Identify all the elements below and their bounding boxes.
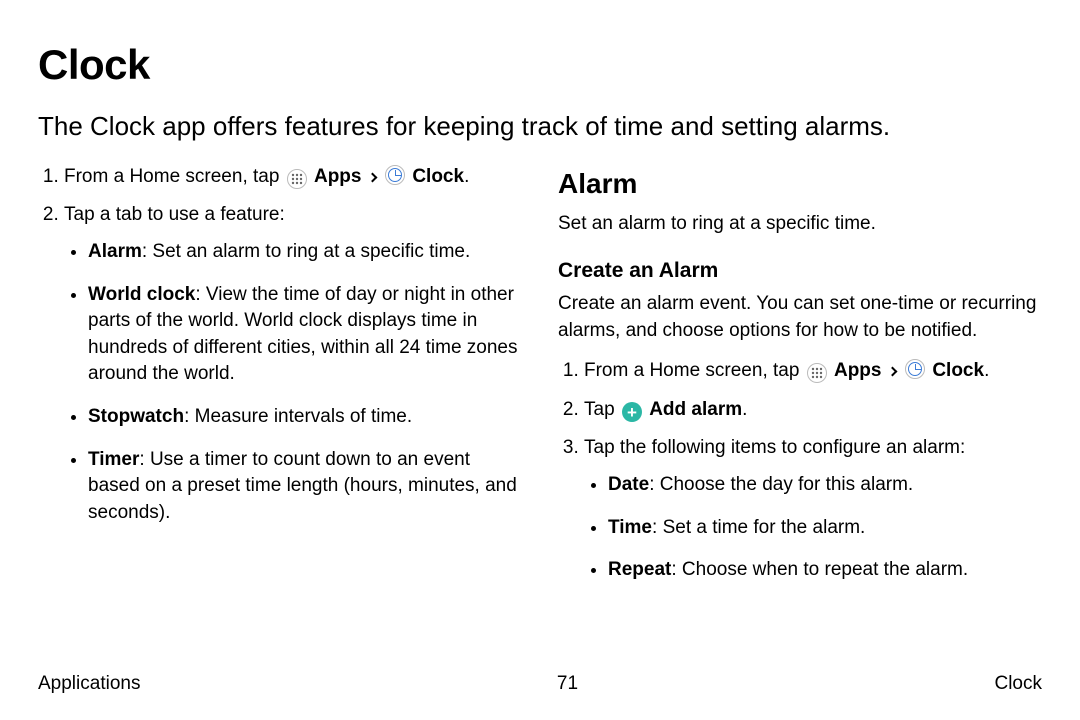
right-steps: From a Home screen, tap Apps Clock. Tap … [558,358,1042,584]
config-desc: : Choose when to repeat the alarm. [671,559,968,580]
apps-grid-icon [287,169,307,189]
list-item: Stopwatch: Measure intervals of time. [88,404,522,431]
list-item: Repeat: Choose when to repeat the alarm. [608,557,1042,584]
footer-left: Applications [38,671,140,698]
apps-label: Apps [314,166,362,187]
feature-name: Stopwatch [88,406,184,427]
alarm-desc: Set an alarm to ring at a specific time. [558,211,1042,238]
step-text: From a Home screen, tap [64,166,285,187]
left-steps: From a Home screen, tap Apps Clock. Tap … [38,164,522,527]
footer-right: Clock [994,671,1042,698]
content-columns: From a Home screen, tap Apps Clock. Tap … [38,164,1042,600]
list-item: Date: Choose the day for this alarm. [608,472,1042,499]
intro-text: The Clock app offers features for keepin… [38,109,1042,144]
step-text: Tap a tab to use a feature: [64,204,285,225]
feature-name: Alarm [88,241,142,262]
alarm-heading: Alarm [558,164,1042,203]
clock-icon [385,165,405,185]
right-column: Alarm Set an alarm to ring at a specific… [558,164,1042,600]
step-text: Tap the following items to configure an … [584,437,965,458]
right-step-1: From a Home screen, tap Apps Clock. [584,358,1042,385]
page-footer: Applications 71 Clock [38,671,1042,698]
feature-list: Alarm: Set an alarm to ring at a specifi… [64,239,522,526]
list-item: Alarm: Set an alarm to ring at a specifi… [88,239,522,266]
list-item: Timer: Use a timer to count down to an e… [88,447,522,527]
clock-label: Clock [932,360,984,381]
config-name: Time [608,517,652,538]
right-step-2: Tap + Add alarm. [584,397,1042,424]
chevron-right-icon [887,367,897,377]
list-item: World clock: View the time of day or nig… [88,282,522,388]
feature-desc: : Use a timer to count down to an event … [88,449,517,523]
clock-icon [905,359,925,379]
footer-page-number: 71 [557,671,578,698]
config-desc: : Set a time for the alarm. [652,517,865,538]
left-column: From a Home screen, tap Apps Clock. Tap … [38,164,522,600]
plus-icon: + [622,402,642,422]
create-alarm-desc: Create an alarm event. You can set one-t… [558,291,1042,344]
add-alarm-label: Add alarm [649,399,742,420]
feature-name: World clock [88,284,195,305]
left-step-1: From a Home screen, tap Apps Clock. [64,164,522,191]
clock-label: Clock [412,166,464,187]
config-desc: : Choose the day for this alarm. [649,474,913,495]
apps-label: Apps [834,360,882,381]
feature-desc: : Measure intervals of time. [184,406,412,427]
apps-grid-icon [807,363,827,383]
feature-desc: : Set an alarm to ring at a specific tim… [142,241,470,262]
feature-name: Timer [88,449,139,470]
config-name: Date [608,474,649,495]
left-step-2: Tap a tab to use a feature: Alarm: Set a… [64,202,522,526]
config-list: Date: Choose the day for this alarm. Tim… [584,472,1042,584]
step-text: From a Home screen, tap [584,360,805,381]
list-item: Time: Set a time for the alarm. [608,515,1042,542]
config-name: Repeat [608,559,671,580]
step-text: Tap [584,399,620,420]
page-title: Clock [38,36,1042,95]
right-step-3: Tap the following items to configure an … [584,435,1042,583]
create-alarm-heading: Create an Alarm [558,256,1042,285]
chevron-right-icon [367,172,377,182]
